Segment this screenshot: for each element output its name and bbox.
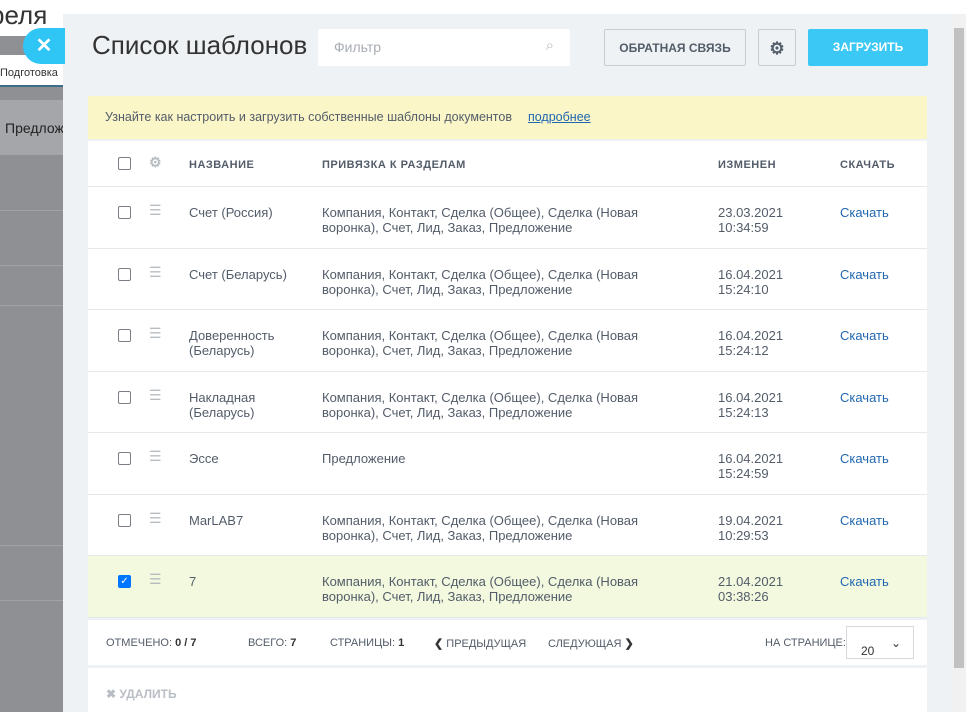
divider xyxy=(0,210,63,211)
feedback-button[interactable]: ОБРАТНАЯ СВЯЗЬ xyxy=(604,29,746,66)
drag-handle-icon[interactable]: ☰ xyxy=(149,264,164,281)
info-notice: Узнайте как настроить и загрузить собств… xyxy=(88,96,927,139)
per-page-select[interactable]: 20 ⌄ xyxy=(846,626,914,659)
next-page-button[interactable]: СЛЕДУЮЩАЯ ❯ xyxy=(548,637,634,650)
divider xyxy=(0,305,63,306)
close-icon: ✕ xyxy=(35,35,53,57)
per-page-label: НА СТРАНИЦЕ: xyxy=(765,637,846,649)
modified-date: 16.04.2021 15:24:10 xyxy=(718,266,784,297)
modified-date: 19.04.2021 10:29:53 xyxy=(718,512,784,543)
row-checkbox[interactable] xyxy=(118,390,131,404)
chevron-right-icon: ❯ xyxy=(624,638,634,650)
drag-handle-icon[interactable]: ☰ xyxy=(149,387,164,404)
modified-date: 23.03.2021 10:34:59 xyxy=(718,205,784,235)
drag-handle-icon[interactable]: ☰ xyxy=(149,571,164,588)
gear-icon: ⚙ xyxy=(769,39,785,58)
download-link[interactable]: Скачать xyxy=(840,267,889,282)
notice-text: Узнайте как настроить и загрузить собств… xyxy=(105,110,512,124)
template-name[interactable]: Накладная (Беларусь) xyxy=(189,390,309,420)
divider xyxy=(0,600,63,601)
row-checkbox[interactable] xyxy=(118,513,131,527)
background-item: Предложение xyxy=(0,100,63,155)
template-binding: Компания, Контакт, Сделка (Общее), Сделк… xyxy=(322,389,639,420)
row-checkbox[interactable] xyxy=(118,267,131,281)
table-row[interactable]: ☰ Счет (Беларусь) Компания, Контакт, Сде… xyxy=(88,249,927,310)
close-button[interactable]: ✕ xyxy=(23,28,65,64)
drag-handle-icon[interactable]: ☰ xyxy=(149,510,164,527)
upload-button[interactable]: ЗАГРУЗИТЬ xyxy=(808,29,928,66)
download-link[interactable]: Скачать xyxy=(840,513,889,528)
table-header: ⚙ НАЗВАНИЕ ПРИВЯЗКА К РАЗДЕЛАМ ИЗМЕНЕН С… xyxy=(88,141,927,187)
filter-placeholder: Фильтр xyxy=(334,39,382,55)
select-all-checkbox[interactable] xyxy=(118,157,131,170)
download-link[interactable]: Скачать xyxy=(840,205,889,220)
column-download: СКАЧАТЬ xyxy=(840,159,896,171)
filter-input[interactable]: Фильтр ⌕ xyxy=(318,29,570,66)
template-binding: Компания, Контакт, Сделка (Общее), Сделк… xyxy=(322,205,639,235)
page-title: Список шаблонов xyxy=(92,30,308,60)
table-row[interactable]: ✓ ☰ 7 Компания, Контакт, Сделка (Общее),… xyxy=(88,556,927,618)
template-name[interactable]: Счет (Россия) xyxy=(189,205,309,220)
row-checkbox[interactable] xyxy=(118,452,131,465)
modified-date: 21.04.2021 03:38:26 xyxy=(718,574,784,604)
drag-handle-icon[interactable]: ☰ xyxy=(149,448,164,465)
template-name[interactable]: MarLAB7 xyxy=(189,513,309,528)
column-name[interactable]: НАЗВАНИЕ xyxy=(189,159,254,171)
template-name[interactable]: Эссе xyxy=(189,451,309,466)
table-row[interactable]: ☰ Счет (Россия) Компания, Контакт, Сделк… xyxy=(88,187,927,249)
divider xyxy=(0,265,63,266)
table-row[interactable]: ☰ Эссе Предложение 16.04.2021 15:24:59 Ск… xyxy=(88,433,927,495)
row-checkbox[interactable] xyxy=(118,329,131,342)
download-link[interactable]: Скачать xyxy=(840,574,889,589)
selected-count: ОТМЕЧЕНО: 0 / 7 xyxy=(106,637,197,649)
total-count: ВСЕГО: 7 xyxy=(248,637,297,649)
divider xyxy=(0,545,63,546)
download-link[interactable]: Скачать xyxy=(840,451,889,466)
modified-date: 16.04.2021 15:24:13 xyxy=(718,389,784,420)
chevron-left-icon: ❮ xyxy=(434,638,444,650)
more-link[interactable]: подробнее xyxy=(528,110,591,124)
modified-date: 16.04.2021 15:24:12 xyxy=(718,328,784,358)
drag-handle-icon[interactable]: ☰ xyxy=(149,202,164,219)
template-binding: Предложение xyxy=(322,451,406,466)
top-strip xyxy=(63,0,972,14)
row-checkbox[interactable] xyxy=(118,206,131,219)
row-checkbox[interactable]: ✓ xyxy=(118,575,131,588)
chevron-down-icon: ⌄ xyxy=(890,636,901,650)
column-binding[interactable]: ПРИВЯЗКА К РАЗДЕЛАМ xyxy=(322,159,466,171)
modified-date: 16.04.2021 15:24:59 xyxy=(718,451,784,481)
search-icon: ⌕ xyxy=(545,37,554,54)
table-row[interactable]: ☰ MarLAB7 Компания, Контакт, Сделка (Общ… xyxy=(88,495,927,556)
pages: СТРАНИЦЫ: 1 xyxy=(330,637,405,649)
template-name[interactable]: Счет (Беларусь) xyxy=(189,267,309,282)
settings-button[interactable]: ⚙ xyxy=(758,29,796,66)
template-binding: Компания, Контакт, Сделка (Общее), Сделк… xyxy=(322,328,639,358)
delete-icon: ✖ xyxy=(106,687,117,701)
template-binding: Компания, Контакт, Сделка (Общее), Сделк… xyxy=(322,574,639,604)
column-settings-icon[interactable]: ⚙ xyxy=(149,154,162,171)
table-row[interactable]: ☰ Накладная (Беларусь) Компания, Контакт… xyxy=(88,372,927,433)
drag-handle-icon[interactable]: ☰ xyxy=(149,325,164,342)
template-binding: Компания, Контакт, Сделка (Общее), Сделк… xyxy=(322,512,639,543)
template-name[interactable]: 7 xyxy=(189,574,309,589)
templates-table: ⚙ НАЗВАНИЕ ПРИВЯЗКА К РАЗДЕЛАМ ИЗМЕНЕН С… xyxy=(88,141,927,618)
column-modified[interactable]: ИЗМЕНЕН xyxy=(718,159,776,171)
table-row[interactable]: ☰ Доверенность (Беларусь) Компания, Конт… xyxy=(88,310,927,372)
scrollbar-thumb[interactable] xyxy=(954,28,964,668)
template-binding: Компания, Контакт, Сделка (Общее), Сделк… xyxy=(322,266,639,297)
template-name[interactable]: Доверенность (Беларусь) xyxy=(189,328,309,358)
delete-button[interactable]: ✖ УДАЛИТЬ xyxy=(88,668,927,712)
download-link[interactable]: Скачать xyxy=(840,328,889,343)
download-link[interactable]: Скачать xyxy=(840,390,889,405)
table-footer: ОТМЕЧЕНО: 0 / 7 ВСЕГО: 7 СТРАНИЦЫ: 1 ❮ П… xyxy=(88,620,927,665)
prev-page-button[interactable]: ❮ ПРЕДЫДУЩАЯ xyxy=(434,637,526,650)
